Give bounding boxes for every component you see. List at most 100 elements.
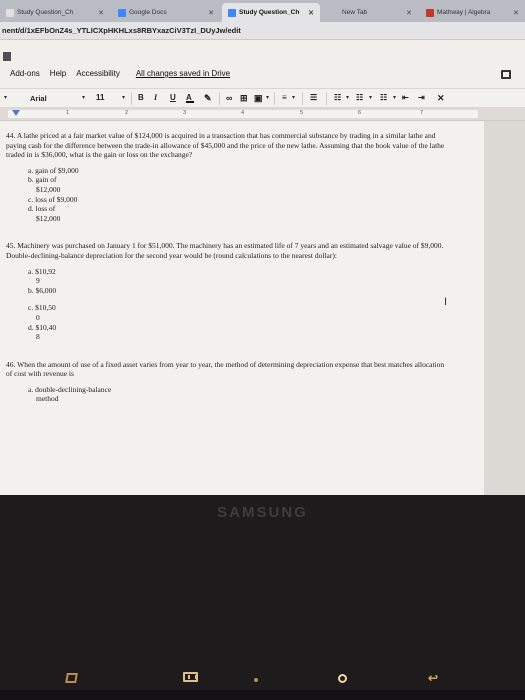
increase-indent-icon[interactable]: ⇥ <box>418 93 425 102</box>
recent-apps-icon[interactable] <box>183 672 198 682</box>
mathway-icon <box>426 8 434 17</box>
add-comment-icon[interactable]: ⊞ <box>240 93 248 104</box>
close-icon[interactable]: ✕ <box>94 9 104 17</box>
answer-option: d. loss of <box>28 204 56 214</box>
address-bar[interactable]: nent/d/1xEFbOnZ4s_YTLICXpHKHLxs8RBYxazCi… <box>0 22 525 40</box>
ruler: 1 2 3 4 5 6 7 <box>0 108 525 121</box>
page-icon <box>6 8 14 17</box>
font-family-select[interactable]: Arial <box>28 92 80 105</box>
tab-title: New Tab <box>342 9 368 16</box>
document-page[interactable]: 44. A lathe priced at a fair market valu… <box>0 121 484 495</box>
screen: Study Question_Ch ✕ Google Docs ✕ Study … <box>0 0 525 495</box>
docs-logo-icon <box>3 52 11 61</box>
link-icon[interactable]: ∞ <box>226 93 232 103</box>
tab-title: Google Docs <box>129 9 167 16</box>
bulleted-list-icon[interactable]: ☷ <box>356 93 363 102</box>
docs-menubar: Add-ons Help Accessibility All changes s… <box>10 69 230 78</box>
browser-tab[interactable]: New Tab ✕ <box>322 3 418 22</box>
answer-option: b. $6,000 <box>28 285 57 295</box>
question-46: 46. When the amount of use of a fixed as… <box>6 359 445 379</box>
question-44: 44. A lathe priced at a fair market valu… <box>6 131 445 160</box>
save-status[interactable]: All changes saved in Drive <box>136 69 230 78</box>
ruler-number: 1 <box>66 110 70 116</box>
answer-option: a. gain of $9,000 <box>28 165 79 175</box>
answer-option: d. $10,40 <box>28 322 57 332</box>
bold-button[interactable]: B <box>138 93 144 102</box>
decrease-indent-icon[interactable]: ⇤ <box>402 93 409 102</box>
chevron-down-icon[interactable]: ▾ <box>369 94 372 101</box>
menu-accessibility[interactable]: Accessibility <box>76 69 120 78</box>
chevron-down-icon[interactable]: ▾ <box>4 94 7 101</box>
docs-icon <box>118 8 126 17</box>
numbered-list-icon[interactable]: ☷ <box>380 93 387 102</box>
chevron-down-icon[interactable]: ▾ <box>346 94 349 101</box>
document-margin <box>484 121 525 495</box>
browser-tab[interactable]: Study Question_Ch ✕ <box>0 3 110 22</box>
tab-title: Study Question_Ch <box>239 9 300 16</box>
document-body[interactable]: 44. A lathe priced at a fair market valu… <box>6 131 446 404</box>
chevron-down-icon[interactable]: ▾ <box>393 94 396 101</box>
docs-header <box>0 40 525 88</box>
menu-help[interactable]: Help <box>50 69 66 78</box>
answer-option-cont: method <box>36 394 59 404</box>
back-icon[interactable]: ↩ <box>428 671 438 685</box>
answer-option-cont: 9 <box>36 276 40 286</box>
answer-option-cont: 0 <box>36 312 40 322</box>
text-cursor-icon: I <box>444 296 448 308</box>
menu-add-ons[interactable]: Add-ons <box>10 69 40 78</box>
answer-option: a. double-declining-balance <box>28 384 112 394</box>
close-icon[interactable]: ✕ <box>304 9 314 17</box>
indent-marker-icon[interactable] <box>12 110 20 116</box>
checklist-icon[interactable]: ☷ <box>334 93 341 102</box>
close-icon[interactable]: ✕ <box>509 9 519 17</box>
answer-option-cont: 8 <box>36 332 40 342</box>
ruler-number: 7 <box>420 110 424 116</box>
toolbar-divider <box>302 92 303 105</box>
comment-icon[interactable] <box>501 70 511 79</box>
answer-option: a. $10,92 <box>28 266 56 276</box>
text-color-button[interactable]: A <box>186 93 194 103</box>
text-color-swatch <box>186 101 194 103</box>
docs-toolbar: ▾ Arial ▾ 11 ▾ B I U A ✎ ∞ ⊞ ▣ ▾ ≡ ▾ ☰ ☷… <box>0 88 525 108</box>
line-spacing-icon[interactable]: ☰ <box>310 93 317 102</box>
insert-image-icon[interactable]: ▣ <box>254 93 263 104</box>
clear-formatting-icon[interactable]: ✕ <box>437 93 445 104</box>
chevron-down-icon[interactable]: ▾ <box>292 94 295 101</box>
align-icon[interactable]: ≡ <box>282 93 287 102</box>
browser-tab[interactable]: Mathway | Algebra ✕ <box>420 3 525 22</box>
toolbar-divider <box>131 92 132 105</box>
docs-icon <box>228 8 236 17</box>
answer-option-cont: $12,000 <box>36 213 61 223</box>
font-size-select[interactable]: 11 <box>96 93 104 102</box>
italic-button[interactable]: I <box>154 93 157 102</box>
answer-option: c. $10,50 <box>28 303 56 313</box>
chevron-down-icon[interactable]: ▾ <box>122 94 125 101</box>
dot-icon <box>254 678 258 682</box>
browser-tab-strip: Study Question_Ch ✕ Google Docs ✕ Study … <box>0 0 525 22</box>
close-icon[interactable]: ✕ <box>204 9 214 17</box>
browser-tab-active[interactable]: Study Question_Ch ✕ <box>222 3 320 22</box>
bezel-edge <box>0 690 525 700</box>
answer-option: b. gain of <box>28 175 57 185</box>
chevron-down-icon[interactable]: ▾ <box>82 94 85 101</box>
close-icon[interactable]: ✕ <box>402 9 412 17</box>
answer-option-cont: $12,000 <box>36 184 61 194</box>
chevron-down-icon[interactable]: ▾ <box>266 94 269 101</box>
highlight-pen-icon[interactable]: ✎ <box>204 93 212 104</box>
underline-button[interactable]: U <box>170 93 176 102</box>
url-text[interactable]: nent/d/1xEFbOnZ4s_YTLICXpHKHLxs8RBYxazCi… <box>2 26 241 35</box>
home-icon[interactable] <box>338 674 347 683</box>
toolbar-divider <box>326 92 327 105</box>
toolbar-divider <box>274 92 275 105</box>
ruler-number: 6 <box>358 110 362 116</box>
toolbar-divider <box>219 92 220 105</box>
question-45: 45. Machinery was purchased on January 1… <box>6 241 444 260</box>
ruler-number: 3 <box>183 110 187 116</box>
ruler-number: 4 <box>241 110 245 116</box>
answer-option: c. loss of $9,000 <box>28 194 78 204</box>
tab-title: Study Question_Ch <box>17 9 74 16</box>
browser-tab[interactable]: Google Docs ✕ <box>112 3 220 22</box>
screenshot-icon[interactable] <box>65 673 78 683</box>
ruler-number: 2 <box>125 110 129 116</box>
tab-title: Mathway | Algebra <box>437 9 491 16</box>
